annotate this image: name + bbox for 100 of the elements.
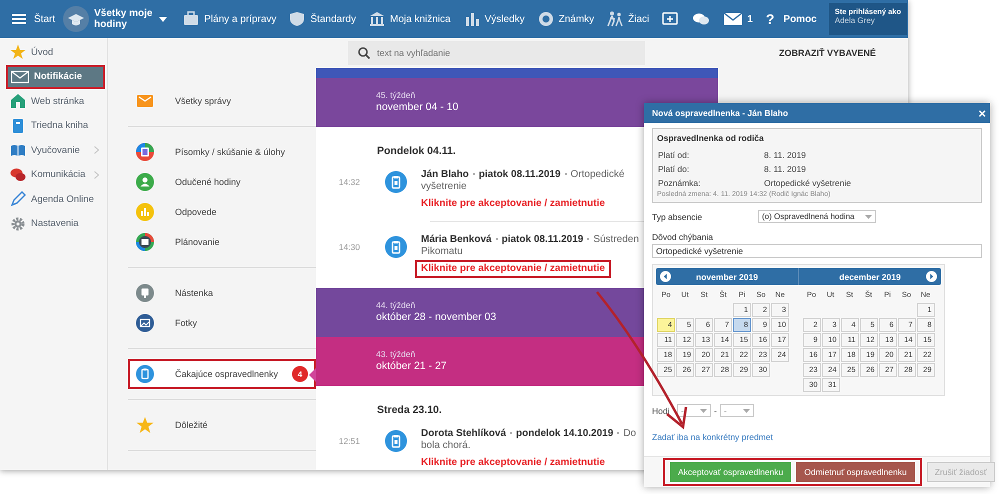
caret-icon [865,214,872,218]
sidebar-item[interactable]: Komunikácia [0,162,105,187]
week-range: november 04 - 10 [376,101,458,113]
help-link[interactable]: ? Pomoc [766,11,817,27]
book-icon [10,118,26,134]
info-label: Platí do: [657,163,690,176]
bar-chart-icon [464,11,480,27]
week-range: október 21 - 27 [376,360,447,372]
clipboard-icon [136,365,154,383]
nav-link[interactable]: Výsledky [484,14,525,24]
pointer-icon [309,368,316,382]
category-item[interactable]: Všetky správy [128,86,316,116]
previous-icon [660,271,671,282]
sidebar-item[interactable]: Triedna kniha [0,114,105,138]
reason-field[interactable]: Ortopedické vyšetrenie [652,244,982,258]
field-label: Typ absencie [652,212,704,222]
shield-icon [289,11,306,27]
open-book-icon [10,142,26,158]
week-number: 43. týždeň [376,349,416,359]
show-done-link[interactable]: ZOBRAZIŤ VYBAVENÉ [779,48,876,58]
envelope-icon [724,13,742,25]
search-icon [358,47,370,59]
caret-icon [742,408,750,412]
nav-link[interactable]: Žiaci [628,14,650,24]
entry-summary: Mária Benková piatok 08.11.2019 Sústreden [421,234,639,246]
category-item[interactable]: Odučené hodiny [128,167,316,197]
absence-type-select[interactable]: (o) Ospravedlnená hodina [758,210,876,223]
month-title: november 2019 [696,272,758,282]
time-label: 14:32 [338,176,360,187]
chevron-icon [94,170,99,179]
week-number: 44. týždeň [376,300,416,310]
sidebar-item[interactable]: Notifikácie [6,64,105,89]
caret-icon [700,408,707,412]
field-label: Dôvod chýbania [652,232,714,242]
clipboard-icon [385,236,407,258]
category-item[interactable]: Písomky / skúšanie & úlohy [128,137,316,167]
category-item[interactable]: Fotky [128,308,316,338]
gear-icon [10,216,26,232]
info-value: 8. 11. 2019 [764,149,806,162]
entry-note: vyšetrenie [421,181,467,193]
notebook-icon [136,143,154,161]
info-value: Ortopedické vyšetrenie [764,177,851,190]
week-range: október 28 - november 03 [376,311,496,323]
nav-link[interactable]: Známky [558,14,594,24]
chat-bubbles-icon [10,166,26,183]
person-icon [136,173,154,191]
accept-reject-link[interactable]: Kliknite pre akceptovanie / zamietnutie [421,457,605,469]
chat-icon [692,12,710,26]
pen-icon [10,191,26,208]
close-button[interactable]: × [978,106,986,120]
subject-link[interactable]: Zadať iba na konkrétny predmet [652,432,773,442]
envelope-icon [136,92,154,110]
clipboard-icon [385,430,407,452]
category-item[interactable]: Odpovede [128,197,316,227]
field-label: Hodi [652,406,670,416]
time-label: 14:30 [338,241,360,252]
house-icon [10,93,26,110]
envelope-icon [11,68,29,85]
columns-icon [368,11,385,27]
sidebar-item[interactable]: Úvod [0,40,105,64]
sidebar-item[interactable]: Vyučovanie [0,138,105,162]
bar-chart-icon [136,203,154,221]
dialog-title: Nová ospravedlnenka - Ján Blaho [652,108,788,118]
category-item[interactable]: Nástenka [128,278,316,308]
sidebar-item[interactable]: Nastavenia [0,212,105,236]
entry-summary: Dorota Stehlíková pondelok 14.10.2019 Do [421,428,636,440]
accept-reject-link[interactable]: Kliknite pre akceptovanie / zamietnutie [421,198,605,210]
menu-icon [12,13,26,25]
sidebar-item[interactable]: Web stránka [0,89,105,114]
info-label: Poznámka: [657,177,702,190]
photo-icon [136,314,154,332]
messages-link[interactable]: 1 [724,13,753,25]
day-heading: Streda 23.10. [377,404,442,416]
sidebar-item[interactable]: Agenda Online [0,187,105,212]
nav-link[interactable]: Plány a prípravy [204,14,276,24]
entry-note: Pikomatu [421,246,463,258]
star-icon [136,416,154,434]
calendar-icon [136,233,154,251]
reject-button[interactable]: Odmietnuť ospravedlnenku [796,462,915,482]
category-item[interactable]: Plánovanie [128,227,316,257]
course-selector[interactable]: Všetky moje hodiny [94,8,154,30]
nav-link[interactable]: Štandardy [310,14,356,24]
next-icon [926,271,937,282]
time-label: 12:51 [338,435,360,446]
user-name: Adela Grey [834,16,876,25]
start-link[interactable]: Štart [34,14,56,24]
category-item[interactable]: Dôležité [128,410,316,440]
chevron-icon [94,146,99,154]
entry-summary: Ján Blaho piatok 08.11.2019 Ortopedické [421,169,624,181]
walking-people-icon [607,11,624,27]
count-badge: 4 [292,366,308,382]
help-icon: ? [766,11,774,27]
nav-link[interactable]: Moja knižnica [390,14,451,24]
graduation-cap-icon [63,6,90,32]
month-title: december 2019 [839,272,901,282]
category-item[interactable]: Čakajúce ospravedlnenky 4 [128,359,316,389]
accept-reject-link[interactable]: Kliknite pre akceptovanie / zamietnutie [415,260,611,278]
briefcase-icon [183,11,200,27]
week-number: 45. týždeň [376,90,416,100]
search-field[interactable]: text na vyhľadanie [348,41,645,65]
